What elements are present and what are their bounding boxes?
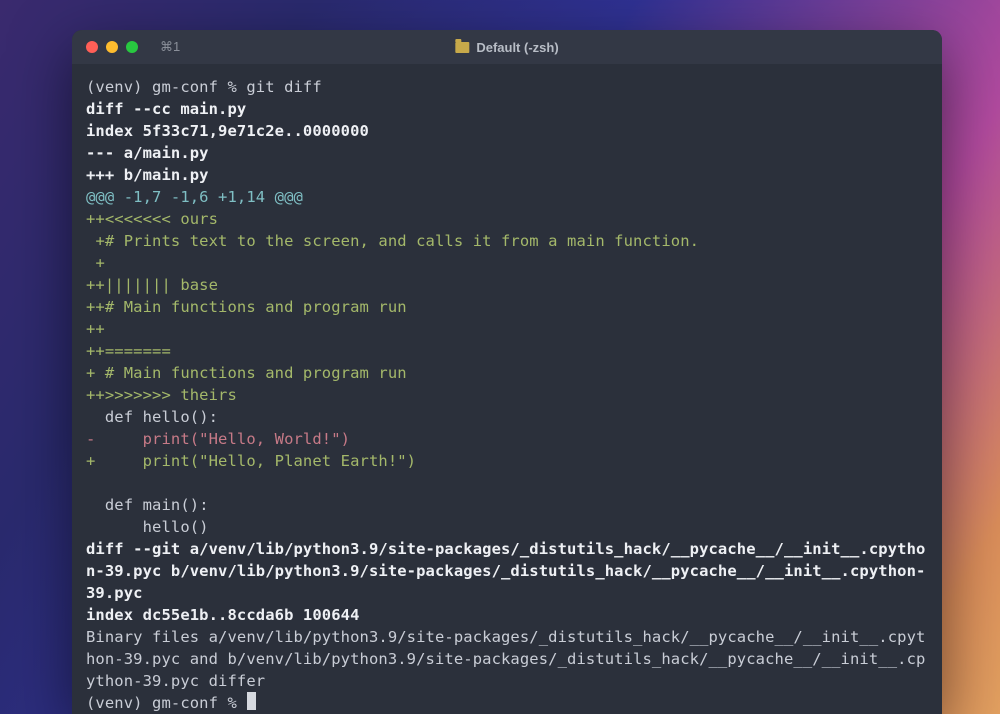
terminal-line: + # Main functions and program run bbox=[86, 362, 928, 384]
terminal-line: (venv) gm-conf % git diff bbox=[86, 76, 928, 98]
terminal-line: Binary files a/venv/lib/python3.9/site-p… bbox=[86, 626, 928, 692]
terminal-line bbox=[86, 472, 928, 494]
terminal-line: ++ bbox=[86, 318, 928, 340]
terminal-line: ++>>>>>>> theirs bbox=[86, 384, 928, 406]
window-title-group: Default (-zsh) bbox=[455, 40, 558, 55]
terminal-line: hello() bbox=[86, 516, 928, 538]
maximize-icon[interactable] bbox=[126, 41, 138, 53]
cursor-icon bbox=[247, 692, 256, 710]
terminal-line: diff --git a/venv/lib/python3.9/site-pac… bbox=[86, 538, 928, 604]
terminal-line: def main(): bbox=[86, 494, 928, 516]
terminal-line: ++# Main functions and program run bbox=[86, 296, 928, 318]
terminal-line: def hello(): bbox=[86, 406, 928, 428]
terminal-line: ++======= bbox=[86, 340, 928, 362]
window-titlebar[interactable]: ⌘1 Default (-zsh) bbox=[72, 30, 942, 64]
terminal-line: +# Prints text to the screen, and calls … bbox=[86, 230, 928, 252]
terminal-prompt[interactable]: (venv) gm-conf % bbox=[86, 692, 928, 714]
window-title: Default (-zsh) bbox=[476, 40, 558, 55]
terminal-window: ⌘1 Default (-zsh) (venv) gm-conf % git d… bbox=[72, 30, 942, 714]
tab-shortcut-hint: ⌘1 bbox=[160, 39, 180, 55]
terminal-line: @@@ -1,7 -1,6 +1,14 @@@ bbox=[86, 186, 928, 208]
terminal-line: index dc55e1b..8ccda6b 100644 bbox=[86, 604, 928, 626]
close-icon[interactable] bbox=[86, 41, 98, 53]
folder-icon bbox=[455, 42, 469, 53]
terminal-line: diff --cc main.py bbox=[86, 98, 928, 120]
terminal-line: + print("Hello, Planet Earth!") bbox=[86, 450, 928, 472]
terminal-line: ++||||||| base bbox=[86, 274, 928, 296]
terminal-line: index 5f33c71,9e71c2e..0000000 bbox=[86, 120, 928, 142]
desktop-background: ⌘1 Default (-zsh) (venv) gm-conf % git d… bbox=[0, 0, 1000, 714]
terminal-line: ++<<<<<<< ours bbox=[86, 208, 928, 230]
terminal-line: --- a/main.py bbox=[86, 142, 928, 164]
traffic-lights bbox=[86, 41, 138, 53]
minimize-icon[interactable] bbox=[106, 41, 118, 53]
terminal-line: +++ b/main.py bbox=[86, 164, 928, 186]
terminal-line: + bbox=[86, 252, 928, 274]
terminal-content[interactable]: (venv) gm-conf % git diffdiff --cc main.… bbox=[72, 64, 942, 714]
terminal-line: - print("Hello, World!") bbox=[86, 428, 928, 450]
